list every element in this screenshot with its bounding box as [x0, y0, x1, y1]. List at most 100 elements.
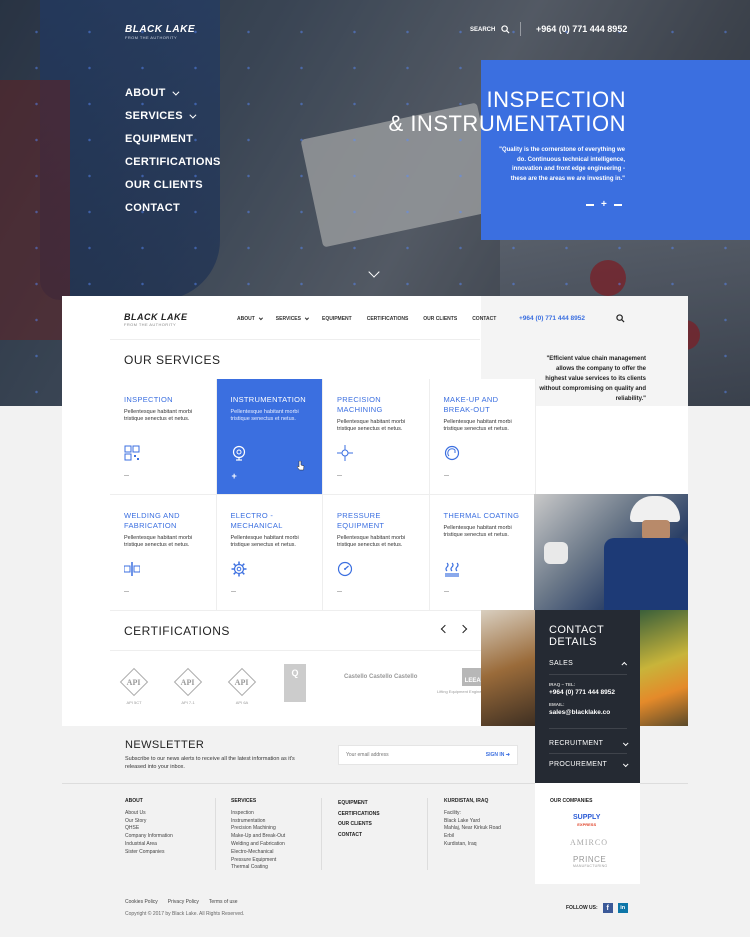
sticky-header-logo[interactable]: BLACK LAKE FROM THE AUTHORITY	[124, 312, 188, 327]
slider-controls: +	[586, 199, 622, 210]
footer-link[interactable]: OUR CLIENTS	[338, 819, 380, 830]
contact-email[interactable]: sales@blacklake.co	[549, 709, 610, 716]
chevron-left-icon[interactable]	[440, 624, 450, 634]
slider-plus-icon[interactable]: +	[601, 199, 607, 210]
nav-item-equipment[interactable]: EQUIPMENT	[125, 132, 221, 146]
footer-heading: SERVICES	[231, 798, 257, 804]
companies-heading: OUR COMPANIES	[550, 798, 593, 804]
service-card-thermal-coating[interactable]: THERMAL COATING Pellentesque habitant mo…	[429, 495, 536, 611]
service-card-instrumentation[interactable]: INSTRUMENTATION Pellentesque habitant mo…	[216, 379, 323, 495]
service-card-pressure-equipment[interactable]: PRESSURE EQUIPMENT Pellentesque habitant…	[323, 495, 430, 611]
logo-subtext: EXPRESS	[577, 822, 597, 827]
search-icon[interactable]	[616, 314, 625, 323]
footer-link[interactable]: Company Information	[125, 833, 173, 841]
services-heading: OUR SERVICES	[124, 353, 221, 367]
contact-email-label: EMAIL:	[549, 702, 565, 707]
service-card-electro-mechanical[interactable]: ELECTRO -MECHANICAL Pellentesque habitan…	[216, 495, 323, 611]
gauge-icon	[232, 445, 245, 461]
contact-recruitment-toggle[interactable]: RECRUITMENT	[549, 739, 629, 747]
slider-prev-button[interactable]	[586, 203, 594, 206]
photo-coverall	[604, 538, 688, 610]
newsletter-description: Subscribe to our news alerts to receive …	[125, 756, 295, 770]
slider-next-button[interactable]	[613, 203, 622, 206]
service-title: PRESSURE EQUIPMENT	[337, 511, 385, 530]
newsletter-sign-in-button[interactable]: SIGN IN ➜	[486, 752, 510, 758]
linkedin-icon[interactable]: in	[617, 903, 628, 913]
sticky-nav-contact[interactable]: CONTACT	[472, 316, 496, 322]
privacy-policy-link[interactable]: Privacy Policy	[168, 899, 199, 905]
footer-col-about: ABOUT About Us Our Story QHSE Company In…	[125, 798, 173, 857]
chevron-down-icon	[622, 739, 629, 746]
footer-heading: KURDISTAN, IRAQ	[444, 798, 489, 804]
nav-item-services[interactable]: SERVICES	[125, 109, 221, 123]
footer-link[interactable]: Thermal Coating	[231, 864, 285, 872]
chevron-right-icon[interactable]	[458, 624, 468, 634]
brand-logo[interactable]: BLACK LAKE FROM THE AUTHORITY	[125, 24, 195, 40]
header-phone[interactable]: +964 (0) 771 444 8952	[536, 24, 627, 34]
service-card-welding[interactable]: WELDING AND FABRICATION Pellentesque hab…	[110, 495, 217, 611]
amirco-logo[interactable]: AMIRCO	[570, 838, 608, 847]
chevron-down-icon	[171, 88, 180, 96]
nav-item-contact[interactable]: CONTACT	[125, 201, 221, 215]
nav-item-our-clients[interactable]: OUR CLIENTS	[125, 178, 221, 192]
contact-sales-toggle[interactable]: SALES	[549, 660, 628, 668]
service-card-precision-machining[interactable]: PRECISION MACHINING Pellentesque habitan…	[323, 379, 430, 495]
cookies-policy-link[interactable]: Cookies Policy	[125, 899, 158, 905]
newsletter-email-input[interactable]	[346, 752, 456, 758]
footer-col-divider	[321, 798, 322, 870]
sticky-nav-certifications[interactable]: CERTIFICATIONS	[367, 316, 409, 322]
footer-col-misc: EQUIPMENT CERTIFICATIONS OUR CLIENTS CON…	[338, 798, 380, 840]
footer-link[interactable]: CERTIFICATIONS	[338, 809, 380, 820]
search-label: SEARCH	[470, 26, 496, 33]
footer-link[interactable]: Inspection	[231, 810, 285, 818]
contact-section-label: RECRUITMENT	[549, 740, 604, 747]
footer-link[interactable]: CONTACT	[338, 830, 380, 841]
cert-logo-api: API API 6A	[227, 666, 257, 705]
hero-quote: "Quality is the cornerstone of everythin…	[499, 147, 625, 182]
facebook-icon[interactable]: f	[602, 903, 613, 913]
nav-item-certifications[interactable]: CERTIFICATIONS	[125, 155, 221, 169]
footer-link[interactable]: Instrumentation	[231, 818, 285, 826]
footer-link[interactable]: Sister Companies	[125, 849, 173, 857]
contact-phone-label: IRAQ – TEL:	[549, 682, 576, 687]
service-card-make-up[interactable]: MAKE-UP AND BREAK-OUT Pellentesque habit…	[429, 379, 536, 495]
card-dash	[337, 591, 342, 592]
cert-label: API 6A	[235, 700, 249, 705]
contact-section-label: PROCUREMENT	[549, 761, 608, 768]
address-line: Black Lake Yard	[444, 817, 480, 824]
expand-plus-icon[interactable]: +	[232, 471, 237, 481]
divider	[110, 339, 480, 340]
mouse-cursor-icon	[296, 461, 304, 471]
footer-link[interactable]: Precision Machining	[231, 825, 285, 833]
chevron-down-icon	[258, 315, 263, 320]
cert-mark: API	[127, 677, 141, 687]
sticky-nav-about[interactable]: ABOUT	[237, 315, 263, 322]
card-dash	[337, 475, 342, 476]
cert-label: API 7-1	[181, 700, 195, 705]
supply-express-logo[interactable]: SUPPLY EXPRESS	[573, 814, 600, 828]
sticky-nav-equipment[interactable]: EQUIPMENT	[322, 316, 352, 322]
footer-link[interactable]: Electro-Mechanical	[231, 849, 285, 857]
sticky-nav-services[interactable]: SERVICES	[276, 315, 310, 322]
footer-link[interactable]: Our Story	[125, 818, 173, 826]
sticky-nav-our-clients[interactable]: OUR CLIENTS	[423, 316, 457, 322]
hero-main-nav: ABOUT SERVICES EQUIPMENT CERTIFICATIONS …	[125, 86, 221, 215]
divider	[549, 674, 627, 675]
footer-link[interactable]: Make-Up and Break-Out	[231, 833, 285, 841]
service-card-inspection[interactable]: INSPECTION Pellentesque habitant morbi t…	[110, 379, 217, 495]
footer-link[interactable]: Industrial Area	[125, 841, 173, 849]
footer-link[interactable]: About Us	[125, 810, 173, 818]
nav-item-about[interactable]: ABOUT	[125, 86, 221, 100]
sticky-phone[interactable]: +964 (0) 771 444 8952	[519, 315, 585, 322]
footer-link[interactable]: EQUIPMENT	[338, 798, 380, 809]
nav-label: ABOUT	[125, 87, 166, 99]
cert-logo-api: API API 7-1	[173, 666, 203, 705]
footer-link[interactable]: Pressure Equipment	[231, 857, 285, 865]
contact-phone[interactable]: +964 (0) 771 444 8952	[549, 689, 615, 696]
footer-link[interactable]: QHSE	[125, 825, 173, 833]
prince-logo[interactable]: PRINCE MANUFACTURING	[573, 855, 607, 868]
contact-procurement-toggle[interactable]: PROCUREMENT	[549, 760, 629, 768]
search-button[interactable]: SEARCH	[470, 25, 510, 34]
terms-of-use-link[interactable]: Terms of use	[209, 899, 238, 905]
footer-link[interactable]: Welding and Fabrication	[231, 841, 285, 849]
